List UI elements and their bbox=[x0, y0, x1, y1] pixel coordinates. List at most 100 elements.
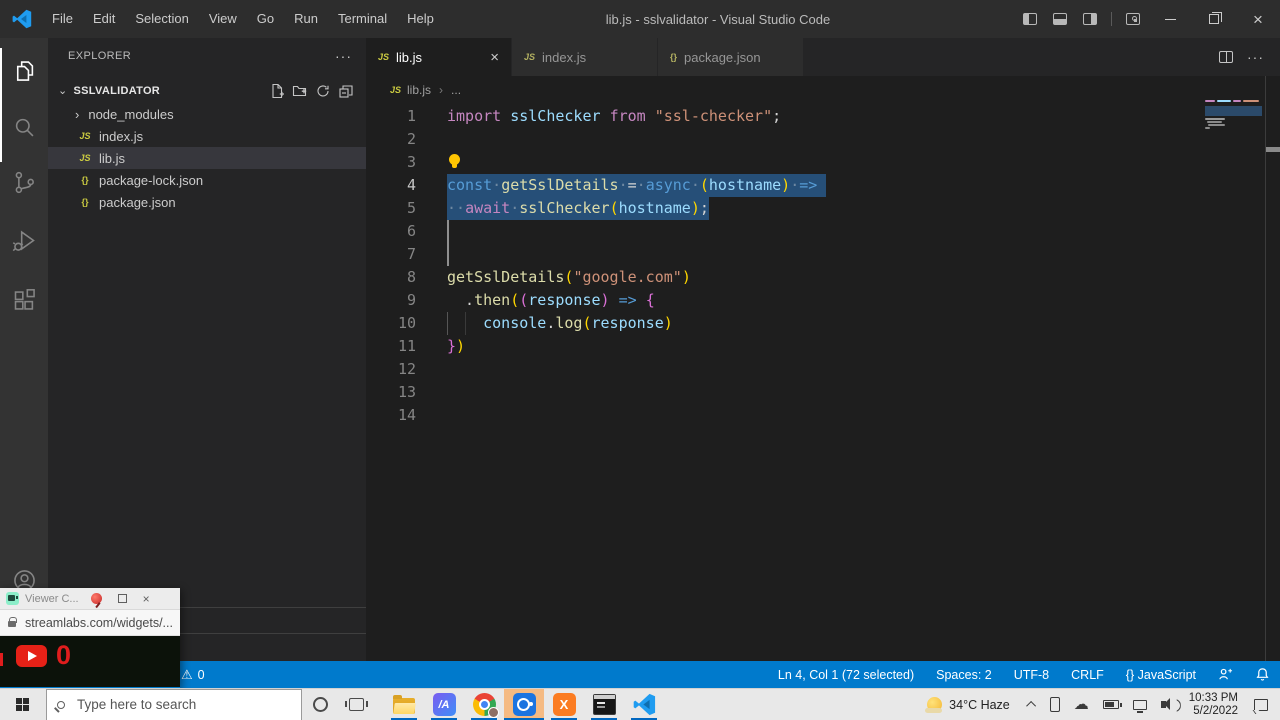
new-file-icon[interactable] bbox=[269, 83, 285, 99]
start-button[interactable] bbox=[0, 689, 46, 720]
menu-go[interactable]: Go bbox=[247, 0, 284, 38]
tree-item-package.json[interactable]: {}package.json bbox=[48, 191, 366, 213]
editor-more-icon[interactable]: ··· bbox=[1247, 49, 1264, 65]
code-line-12[interactable]: 12 bbox=[366, 358, 1246, 381]
chevron-right-icon: › bbox=[75, 107, 79, 122]
activity-extensions-icon[interactable] bbox=[0, 278, 48, 322]
code-line-9[interactable]: 9 .then((response) => { bbox=[366, 289, 1246, 312]
decorative-sliver bbox=[0, 653, 3, 666]
scrollbar-marker[interactable] bbox=[1266, 147, 1280, 152]
taskbar-app-vscode[interactable] bbox=[624, 689, 664, 720]
menu-view[interactable]: View bbox=[199, 0, 247, 38]
code-line-4[interactable]: 4const·getSslDetails·=·async·(hostname)·… bbox=[366, 174, 1246, 197]
taskbar-app-xampp[interactable]: X bbox=[544, 689, 584, 720]
widget-addressbar[interactable]: streamlabs.com/widgets/... bbox=[0, 610, 180, 636]
code-line-13[interactable]: 13 bbox=[366, 381, 1246, 404]
code-line-1[interactable]: 1import sslChecker from "ssl-checker"; bbox=[366, 105, 1246, 128]
task-view-button[interactable] bbox=[338, 689, 374, 720]
activity-source-control-icon[interactable] bbox=[0, 160, 48, 204]
taskbar-app-chrome[interactable] bbox=[464, 689, 504, 720]
code-line-2[interactable]: 2 bbox=[366, 128, 1246, 151]
code-line-8[interactable]: 8getSslDetails("google.com") bbox=[366, 266, 1246, 289]
toggle-sidebar-icon[interactable] bbox=[1023, 13, 1037, 25]
breadcrumb-symbol[interactable]: ... bbox=[451, 83, 461, 97]
refresh-icon[interactable] bbox=[315, 83, 331, 99]
editor-pane[interactable]: JS lib.js › ... 1import sslChecker from … bbox=[366, 76, 1280, 661]
widget-maximize-button[interactable] bbox=[118, 592, 127, 606]
cortana-button[interactable] bbox=[302, 689, 338, 720]
search-input[interactable] bbox=[77, 697, 267, 712]
code-line-6[interactable]: 6 bbox=[366, 220, 1246, 243]
tab-package.json[interactable]: {}package.json bbox=[658, 38, 804, 76]
line-content: ··await·sslChecker(hostname); bbox=[447, 197, 709, 220]
volume-button[interactable] bbox=[1161, 701, 1166, 708]
action-center-icon[interactable] bbox=[1254, 699, 1268, 711]
menu-file[interactable]: File bbox=[42, 0, 83, 38]
new-folder-icon[interactable] bbox=[292, 83, 308, 99]
breadcrumb-file[interactable]: lib.js bbox=[407, 83, 431, 97]
split-editor-icon[interactable] bbox=[1219, 51, 1233, 63]
battery-button[interactable] bbox=[1103, 700, 1119, 709]
breadcrumb[interactable]: JS lib.js › ... bbox=[366, 76, 1280, 103]
tab-lib.js[interactable]: JSlib.js× bbox=[366, 38, 512, 76]
toggle-secondary-sidebar-icon[interactable] bbox=[1083, 13, 1097, 25]
network-button[interactable] bbox=[1133, 700, 1147, 710]
cortana-icon bbox=[313, 697, 328, 712]
pin-icon[interactable] bbox=[91, 593, 102, 604]
code-area[interactable]: 1import sslChecker from "ssl-checker";23… bbox=[366, 105, 1246, 427]
onedrive-button[interactable]: ☁ bbox=[1074, 697, 1089, 712]
widget-url[interactable]: streamlabs.com/widgets/... bbox=[25, 616, 173, 630]
cursor-position[interactable]: Ln 4, Col 1 (72 selected) bbox=[778, 668, 914, 682]
minimize-button[interactable] bbox=[1148, 0, 1192, 38]
language-mode[interactable]: {} JavaScript bbox=[1126, 668, 1196, 682]
tray-expand-button[interactable] bbox=[1029, 701, 1036, 708]
restore-button[interactable] bbox=[1192, 0, 1236, 38]
menu-help[interactable]: Help bbox=[397, 0, 444, 38]
json-file-icon: {} bbox=[670, 52, 677, 62]
minimap[interactable] bbox=[1205, 100, 1262, 130]
tree-item-node_modules[interactable]: ›node_modules bbox=[48, 103, 366, 125]
tree-item-package-lock.json[interactable]: {}package-lock.json bbox=[48, 169, 366, 191]
tree-item-lib.js[interactable]: JSlib.js bbox=[48, 147, 366, 169]
widget-close-button[interactable]: × bbox=[143, 592, 150, 606]
code-line-3[interactable]: 3 bbox=[366, 151, 1246, 174]
feedback-icon[interactable] bbox=[1218, 667, 1233, 682]
tab-close-icon[interactable]: × bbox=[472, 49, 499, 66]
code-line-7[interactable]: 7 bbox=[366, 243, 1246, 266]
encoding[interactable]: UTF-8 bbox=[1014, 668, 1049, 682]
taskbar-app-terminal[interactable] bbox=[584, 689, 624, 720]
tree-item-index.js[interactable]: JSindex.js bbox=[48, 125, 366, 147]
your-phone-button[interactable] bbox=[1050, 697, 1060, 712]
project-section-header[interactable]: ⌄ SSLVALIDATOR bbox=[48, 79, 366, 103]
taskbar-app-file-explorer[interactable] bbox=[384, 689, 424, 720]
activity-run-debug-icon[interactable] bbox=[0, 218, 48, 262]
notifications-bell-icon[interactable] bbox=[1255, 667, 1270, 682]
code-line-14[interactable]: 14 bbox=[366, 404, 1246, 427]
weather-widget[interactable]: 34°C Haze bbox=[927, 697, 1010, 712]
widget-titlebar[interactable]: Viewer C... × bbox=[0, 588, 180, 610]
customize-layout-icon[interactable] bbox=[1126, 13, 1140, 25]
code-line-10[interactable]: 10 console.log(response) bbox=[366, 312, 1246, 335]
viewer-count-window[interactable]: Viewer C... × streamlabs.com/widgets/...… bbox=[0, 588, 180, 688]
tab-index.js[interactable]: JSindex.js bbox=[512, 38, 658, 76]
clock[interactable]: 10:33 PM 5/2/2022 bbox=[1189, 692, 1238, 718]
taskbar-app-dev-app[interactable]: /A bbox=[424, 689, 464, 720]
toggle-panel-icon[interactable] bbox=[1053, 13, 1067, 25]
menu-terminal[interactable]: Terminal bbox=[328, 0, 397, 38]
code-line-11[interactable]: 11}) bbox=[366, 335, 1246, 358]
menu-run[interactable]: Run bbox=[284, 0, 328, 38]
code-line-5[interactable]: 5··await·sslChecker(hostname); bbox=[366, 197, 1246, 220]
scrollbar-track[interactable] bbox=[1265, 76, 1266, 661]
activity-explorer-icon[interactable] bbox=[0, 48, 48, 92]
eol-sequence[interactable]: CRLF bbox=[1071, 668, 1104, 682]
activity-search-icon[interactable] bbox=[0, 105, 48, 149]
taskbar-search[interactable] bbox=[46, 689, 302, 720]
collapse-all-icon[interactable] bbox=[338, 83, 354, 99]
taskbar-app-streamlabs[interactable] bbox=[504, 689, 544, 720]
lightbulb-icon[interactable] bbox=[449, 154, 460, 165]
menu-edit[interactable]: Edit bbox=[83, 0, 125, 38]
close-button[interactable]: × bbox=[1236, 0, 1280, 38]
indentation[interactable]: Spaces: 2 bbox=[936, 668, 992, 682]
sidebar-more-icon[interactable]: ··· bbox=[335, 48, 352, 64]
menu-selection[interactable]: Selection bbox=[125, 0, 198, 38]
